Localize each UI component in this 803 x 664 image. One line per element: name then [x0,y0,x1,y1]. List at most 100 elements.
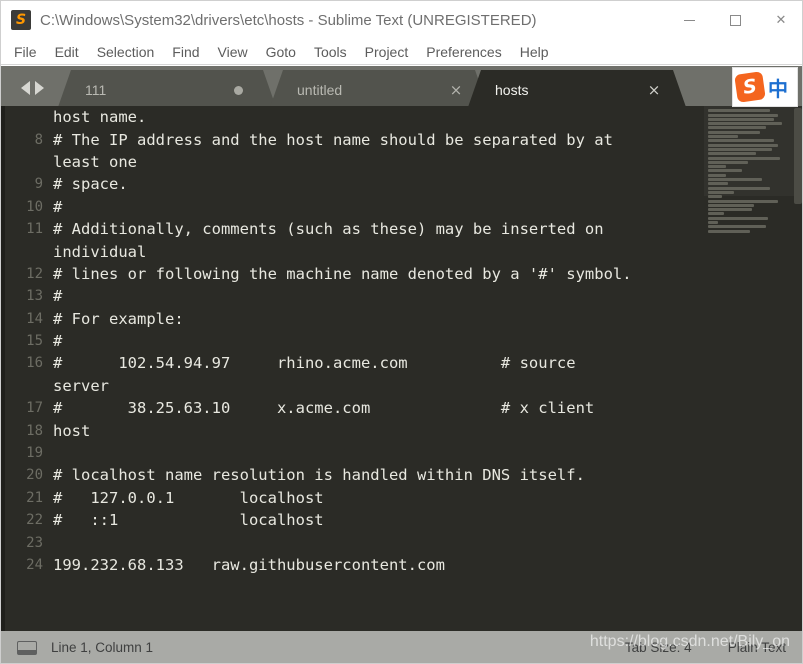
line-content: # [53,197,63,216]
tab-size-label[interactable]: Tab Size: 4 [625,640,692,655]
minimize-button[interactable] [666,1,712,39]
tab-navigation [9,66,55,110]
line-content: # [53,332,63,351]
layout-icon[interactable] [17,640,37,655]
minimap-line [708,113,778,117]
menu-item-selection[interactable]: Selection [88,40,164,64]
menu-item-view[interactable]: View [209,40,257,64]
line-number: 10 [26,198,43,215]
code-line[interactable]: least one [1,151,701,173]
tab-untitled[interactable]: untitled × [269,70,489,110]
code-line[interactable]: 23 [1,531,701,553]
sogou-ime-toolbar[interactable]: S 中 [732,67,798,107]
menu-item-project[interactable]: Project [356,40,418,64]
line-number: 23 [26,534,43,551]
maximize-icon [729,14,741,26]
minimap-line [708,190,734,194]
code-line[interactable]: 11 # Additionally, comments (such as thes… [1,218,701,240]
menu-item-file[interactable]: File [5,40,46,64]
code-line[interactable]: 18 host [1,419,701,441]
line-number: 15 [26,333,43,350]
line-number: 11 [26,221,43,238]
line-number: 14 [26,310,43,327]
line-content: individual [53,242,147,261]
minimap-line [708,122,782,126]
tab-hosts-close-icon[interactable]: × [645,70,663,110]
status-bar: Line 1, Column 1 Tab Size: 4 Plain Text [1,631,802,663]
minimap-line [708,186,770,190]
maximize-button[interactable] [712,1,758,39]
editor-area[interactable]: host name. 8 # The IP address and the host… [1,106,802,631]
line-content: host name. [53,108,147,127]
line-content: # 102.54.94.97 rhino.acme.com # source [53,354,576,373]
ime-mode-chinese-icon[interactable]: 中 [764,73,792,102]
line-content: # The IP address and the host name shoul… [53,130,613,149]
code-line[interactable]: 9 # space. [1,173,701,195]
code-line[interactable]: individual [1,240,701,262]
code-line[interactable]: host name. [1,106,701,128]
code-line[interactable]: 21 # 127.0.0.1 localhost [1,487,701,509]
minimap[interactable] [704,106,802,631]
line-content: host [53,421,91,440]
code-view[interactable]: host name. 8 # The IP address and the host… [1,106,701,631]
minimap-scrollbar[interactable] [794,108,802,204]
tab-hosts-label: hosts [495,82,529,98]
chevron-left-icon[interactable] [20,81,30,95]
line-content: # 38.25.63.10 x.acme.com # x client [53,399,595,418]
line-number: 12 [26,265,43,282]
minimap-line [708,203,754,207]
tab-hosts[interactable]: hosts × [467,70,687,110]
minimap-line [708,160,748,164]
minimap-line [708,135,738,139]
line-number: 18 [26,422,43,439]
code-line[interactable]: server [1,375,701,397]
line-content: # 127.0.0.1 localhost [53,488,324,507]
minimap-line [708,173,726,177]
menu-bar: File Edit Selection Find View Goto Tools… [1,39,802,65]
tab-111-dirty-indicator-icon[interactable] [234,86,243,95]
code-line[interactable]: 13 # [1,285,701,307]
code-line[interactable]: 8 # The IP address and the host name shou… [1,128,701,150]
line-number: 21 [26,489,43,506]
line-number: 17 [26,400,43,417]
code-line[interactable]: 12 # lines or following the machine name … [1,263,701,285]
menu-item-tools[interactable]: Tools [305,40,356,64]
menu-item-preferences[interactable]: Preferences [417,40,510,64]
line-content: # lines or following the machine name de… [53,264,632,283]
minimize-icon [683,19,695,21]
menu-item-edit[interactable]: Edit [46,40,88,64]
title-bar: S C:\Windows\System32\drivers\etc\hosts … [1,1,802,39]
code-line[interactable]: 19 [1,442,701,464]
code-line[interactable]: 14 # For example: [1,308,701,330]
code-line[interactable]: 15 # [1,330,701,352]
tab-111[interactable]: 111 [57,70,277,110]
minimap-line [708,169,742,173]
tab-untitled-close-icon[interactable]: × [447,70,465,110]
minimap-line [708,156,780,160]
line-content: # [53,287,63,306]
menu-item-goto[interactable]: Goto [257,40,305,64]
syntax-label[interactable]: Plain Text [728,640,786,655]
cursor-position: Line 1, Column 1 [51,640,154,655]
line-content: # ::1 localhost [53,511,324,530]
code-line[interactable]: 16 # 102.54.94.97 rhino.acme.com # source [1,352,701,374]
menu-item-help[interactable]: Help [511,40,558,64]
minimap-line [708,143,778,147]
close-icon: ✕ [775,12,787,28]
tab-111-label: 111 [85,82,107,98]
line-number: 20 [26,467,43,484]
minimap-line [708,216,768,220]
code-line[interactable]: 17 # 38.25.63.10 x.acme.com # x client [1,397,701,419]
line-number: 16 [26,355,43,372]
close-button[interactable]: ✕ [758,1,802,39]
code-line[interactable]: 22 # ::1 localhost [1,509,701,531]
line-content: server [53,376,109,395]
sogou-logo-icon[interactable]: S [734,71,766,103]
line-content: # For example: [53,309,184,328]
code-line[interactable]: 20 # localhost name resolution is handled… [1,464,701,486]
chevron-right-icon[interactable] [34,81,44,95]
menu-item-find[interactable]: Find [163,40,208,64]
code-line[interactable]: 24 199.232.68.133 raw.githubusercontent.c… [1,554,701,576]
minimap-line [708,229,750,233]
code-line[interactable]: 10 # [1,196,701,218]
